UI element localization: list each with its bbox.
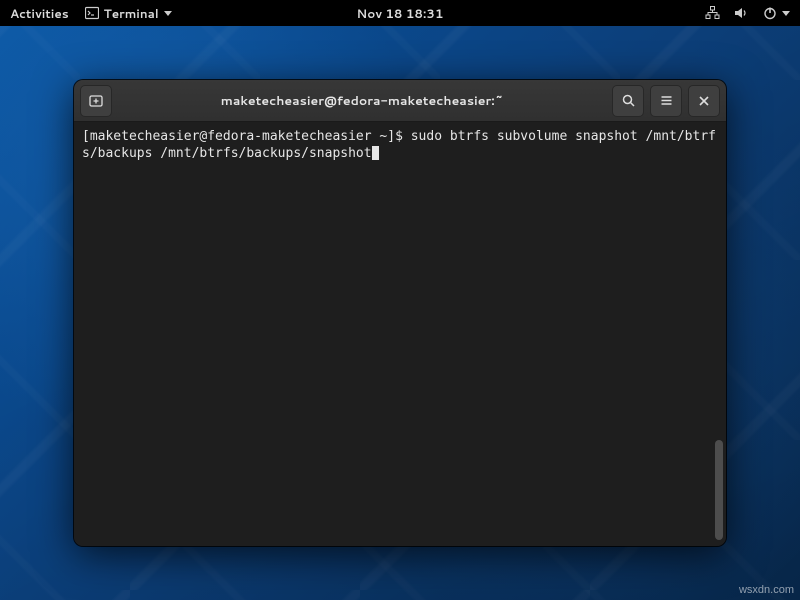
chevron-down-icon [782,11,790,16]
hamburger-icon [659,93,674,108]
activities-button[interactable]: Activities [10,5,69,22]
terminal-app-icon [85,6,99,20]
activities-label: Activities [10,5,69,22]
scrollbar-thumb[interactable] [715,440,723,540]
app-menu-button[interactable]: Terminal [85,5,172,22]
app-menu-label: Terminal [104,5,159,22]
clock-button[interactable]: Nov 18 18:31 [357,5,444,22]
menu-button[interactable] [650,85,682,117]
volume-icon [734,6,749,20]
chevron-down-icon [164,11,172,16]
window-title: maketecheasier@fedora-maketecheasier:~ [118,92,606,110]
shell-prompt: [maketecheasier@fedora-maketecheasier ~]… [82,129,411,144]
gnome-topbar: Activities Terminal Nov 18 18:31 [0,0,800,26]
power-indicator[interactable] [763,6,790,20]
clock-label: Nov 18 18:31 [357,5,444,22]
window-titlebar[interactable]: maketecheasier@fedora-maketecheasier:~ [74,80,726,122]
new-tab-icon [88,93,104,109]
new-tab-button[interactable] [80,85,112,117]
search-icon [621,93,636,108]
search-button[interactable] [612,85,644,117]
watermark-text: wsxdn.com [739,584,794,596]
close-icon [697,94,711,108]
volume-indicator[interactable] [734,6,749,20]
terminal-viewport[interactable]: [maketecheasier@fedora-maketecheasier ~]… [74,122,726,546]
terminal-window: maketecheasier@fedora-maketecheasier:~ [… [74,80,726,546]
close-button[interactable] [688,85,720,117]
text-cursor [372,146,379,160]
network-indicator[interactable] [705,6,720,20]
power-icon [763,6,777,20]
network-wired-icon [705,6,720,20]
